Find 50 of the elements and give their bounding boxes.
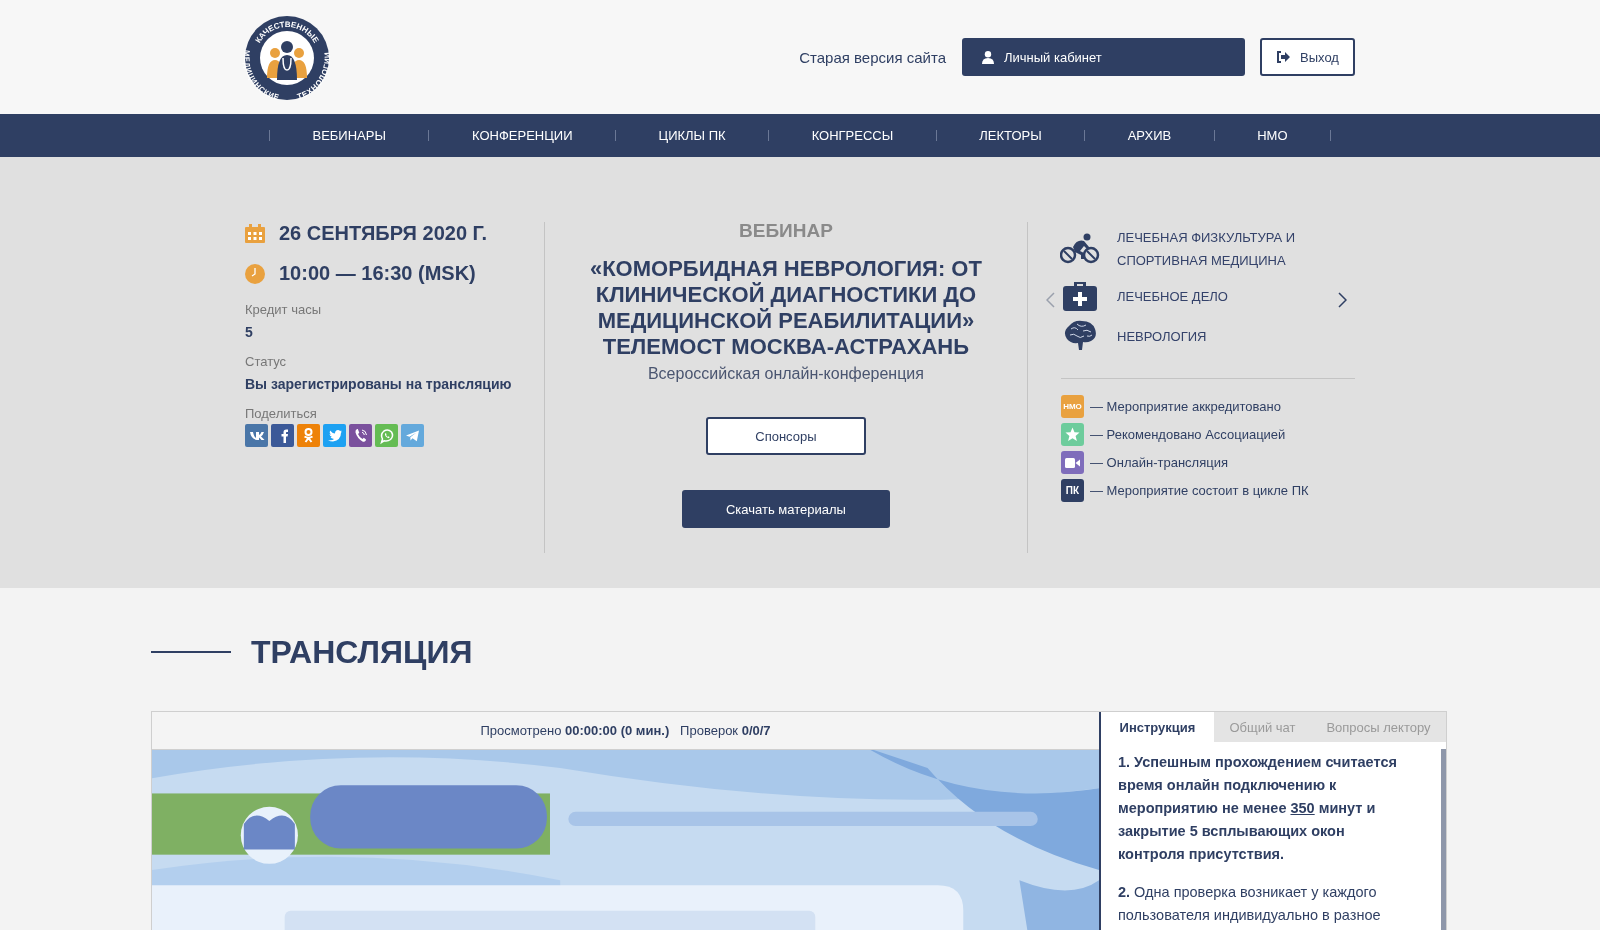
status-label: Статус xyxy=(245,354,288,369)
watch-stats: Просмотрено 00:00:00 (0 мин.) Проверок 0/0/7 xyxy=(480,723,771,738)
credit-value: 5 xyxy=(245,324,254,340)
instruction-text: 2. Одна проверка возникает у каждого пользователя индивидуально в разное xyxy=(1118,883,1382,925)
viber-share-icon[interactable] xyxy=(349,424,372,447)
specialty-link[interactable]: ЛЕЧЕБНОЕ ДЕЛО xyxy=(1117,284,1228,308)
logout-button[interactable]: Выход xyxy=(1260,38,1355,76)
section-title: ТРАНСЛЯЦИЯ xyxy=(251,633,473,671)
legend-text: — Мероприятие аккредитовано xyxy=(1090,399,1281,414)
nav-link[interactable]: КОНФЕРЕНЦИИ xyxy=(429,124,615,147)
brain-icon xyxy=(1063,320,1097,352)
legend-text: — Мероприятие состоит в цикле ПК xyxy=(1090,483,1309,498)
nav-link[interactable]: ЦИКЛЫ ПК xyxy=(616,124,769,147)
telegram-share-icon[interactable] xyxy=(401,424,424,447)
event-subtitle: Всероссийская онлайн-конференция xyxy=(647,365,924,383)
nav-link[interactable]: НМО xyxy=(1214,124,1331,147)
clock-icon xyxy=(245,263,265,284)
user-icon xyxy=(982,50,994,64)
logout-icon xyxy=(1276,51,1291,63)
nav-link[interactable]: АРХИВ xyxy=(1085,124,1214,147)
legend-text: — Рекомендовано Ассоциацией xyxy=(1090,427,1286,442)
event-type: ВЕБИНАР xyxy=(739,220,833,242)
cyclist-icon xyxy=(1060,233,1100,265)
nav-link[interactable]: ВЕБИНАРЫ xyxy=(270,124,429,147)
old-site-link[interactable]: Старая версия сайта xyxy=(799,48,946,66)
chevron-right-icon[interactable] xyxy=(1338,292,1347,308)
specialty-link[interactable]: НЕВРОЛОГИЯ xyxy=(1117,324,1207,348)
share-label: Поделиться xyxy=(245,406,318,421)
status-value: Вы зарегистрированы на трансляцию xyxy=(245,376,513,392)
twitter-share-icon[interactable] xyxy=(323,424,346,447)
instruction-text: 1. Успешным прохождением считается время онлайн подключению к мероприятию не менее 350 минут и закрытие 5 всплывающих окон контроля присутствия. xyxy=(1118,753,1398,864)
medical-kit-icon xyxy=(1062,280,1098,312)
sponsors-button[interactable]: Спонсоры xyxy=(705,417,866,455)
legend-badge: ПК xyxy=(1061,479,1084,502)
nav-link[interactable]: КОНГРЕССЫ xyxy=(769,124,936,147)
event-time: 10:00 — 16:30 (MSK) xyxy=(279,262,476,285)
nav-link[interactable]: ЛЕКТОРЫ xyxy=(936,124,1085,147)
vk-share-icon[interactable] xyxy=(245,424,268,447)
specialty-link[interactable]: ЛЕЧЕБНАЯ ФИЗКУЛЬТУРА И СПОРТИВНАЯ МЕДИЦИНА xyxy=(1117,226,1330,272)
calendar-icon xyxy=(245,224,265,243)
download-button[interactable]: Скачать материалы xyxy=(681,490,890,528)
credit-label: Кредит часы xyxy=(245,302,322,317)
event-date: 26 СЕНТЯБРЯ 2020 Г. xyxy=(279,222,487,245)
legend-badge: НМО xyxy=(1061,395,1084,418)
event-title: «КОМОРБИДНАЯ НЕВРОЛОГИЯ: ОТ КЛИНИЧЕСКОЙ ДИАГНОСТИКИ ДО МЕДИЦИНСКОЙ РЕАБИЛИТАЦИИ» ТЕЛЕМОСТ МОСКВА-АСТРАХАНЬ xyxy=(588,256,983,360)
chevron-left-icon[interactable] xyxy=(1046,292,1055,308)
legend-text: — Онлайн-трансляция xyxy=(1090,455,1228,470)
account-button[interactable]: Личный кабинет xyxy=(962,38,1245,76)
facebook-share-icon[interactable] xyxy=(271,424,294,447)
scrollbar[interactable] xyxy=(1441,749,1446,930)
